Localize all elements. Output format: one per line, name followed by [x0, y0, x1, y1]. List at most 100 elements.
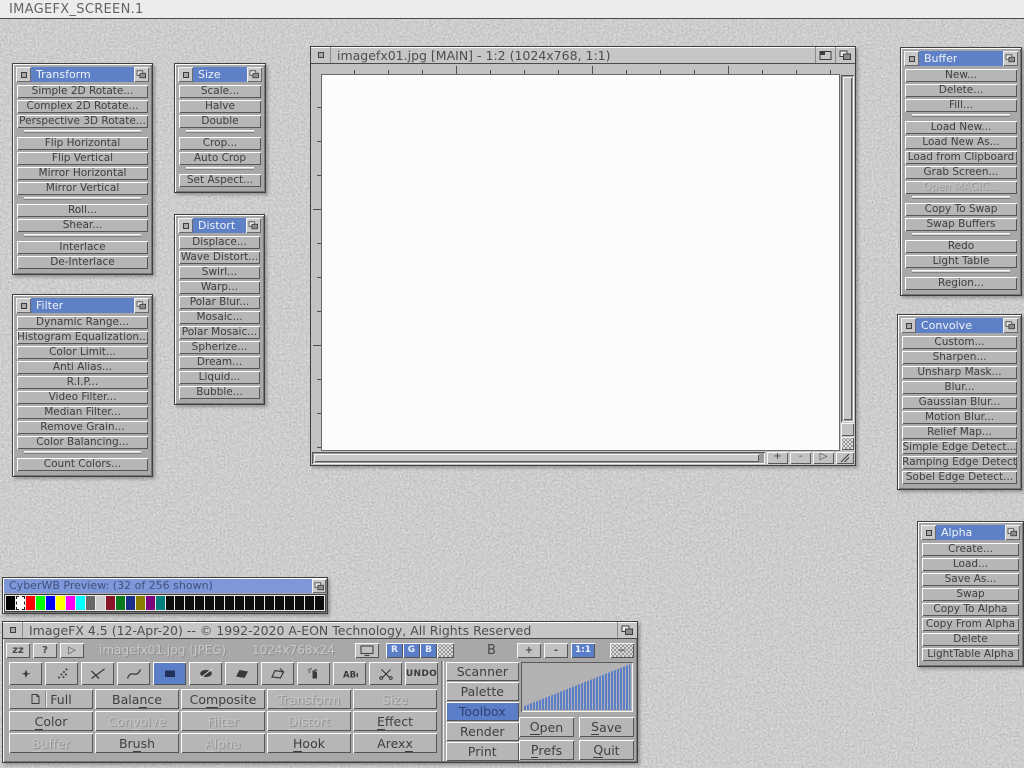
panel-button-relief-map[interactable]: Relief Map... — [902, 426, 1017, 439]
mode-button-render[interactable]: Render — [446, 722, 519, 741]
panel-button-delete[interactable]: Delete — [922, 633, 1019, 646]
action-button-quit[interactable]: Quit — [579, 740, 634, 760]
color-swatch-2[interactable] — [26, 596, 35, 610]
zoom-out-button[interactable]: - — [544, 643, 568, 658]
action-button-open[interactable]: Open — [519, 717, 574, 737]
panel-size-titlebar[interactable]: Size — [178, 67, 262, 82]
resize-corner-icon[interactable] — [836, 452, 854, 464]
undo-tool-button[interactable]: UNDO — [405, 662, 438, 685]
panel-button-r-i-p[interactable]: R.I.P... — [17, 376, 148, 389]
panel-button-swap-buffers[interactable]: Swap Buffers — [905, 218, 1017, 231]
color-swatch-31[interactable] — [315, 596, 324, 610]
channel-g-button[interactable]: G — [403, 643, 420, 658]
panel-distort-titlebar[interactable]: Distort — [178, 218, 261, 233]
panel-button-grab-screen[interactable]: Grab Screen... — [905, 166, 1017, 179]
command-button-balance[interactable]: Balance — [95, 689, 179, 709]
color-swatch-22[interactable] — [225, 596, 234, 610]
color-swatch-29[interactable] — [295, 596, 304, 610]
command-button-full[interactable]: Full — [9, 689, 93, 709]
panel-button-anti-alias[interactable]: Anti Alias... — [17, 361, 148, 374]
color-swatch-23[interactable] — [235, 596, 244, 610]
panel-button-load[interactable]: Load... — [922, 558, 1019, 571]
panel-button-new[interactable]: New... — [905, 69, 1017, 82]
panel-button-create[interactable]: Create... — [922, 543, 1019, 556]
depth-gadget-icon[interactable] — [617, 622, 637, 638]
sleep-button[interactable]: zz — [6, 643, 30, 658]
action-button-prefs[interactable]: Prefs — [519, 740, 574, 760]
mode-button-print[interactable]: Print — [446, 742, 519, 761]
close-icon[interactable] — [16, 67, 31, 82]
panel-button-mirror-vertical[interactable]: Mirror Vertical — [17, 182, 148, 195]
color-swatch-3[interactable] — [36, 596, 45, 610]
command-button-arexx[interactable]: Arexx — [353, 733, 437, 753]
panel-button-wave-distort[interactable]: Wave Distort... — [179, 251, 260, 264]
panel-button-video-filter[interactable]: Video Filter... — [17, 391, 148, 404]
close-icon[interactable] — [3, 622, 23, 638]
depth-gadget-icon[interactable] — [134, 298, 149, 313]
panel-button-region[interactable]: Region... — [905, 277, 1017, 290]
color-swatch-18[interactable] — [185, 596, 194, 610]
oval-tool-button[interactable] — [189, 662, 222, 685]
command-button-color[interactable]: Color — [9, 711, 93, 731]
panel-button-flip-horizontal[interactable]: Flip Horizontal — [17, 137, 148, 150]
panel-button-copy-from-alpha[interactable]: Copy From Alpha — [922, 618, 1019, 631]
panel-button-auto-crop[interactable]: Auto Crop — [179, 152, 261, 165]
close-icon[interactable] — [178, 218, 193, 233]
color-swatch-24[interactable] — [245, 596, 254, 610]
panel-button-double[interactable]: Double — [179, 115, 261, 128]
panel-alpha-titlebar[interactable]: Alpha — [921, 525, 1020, 540]
depth-gadget-icon[interactable] — [312, 579, 326, 593]
color-swatch-20[interactable] — [205, 596, 214, 610]
dither-pattern-button[interactable]: ~ — [610, 643, 634, 658]
panel-button-de-interlace[interactable]: De-Interlace — [17, 256, 148, 269]
spray-tool-button[interactable] — [297, 662, 330, 685]
panel-button-count-colors[interactable]: Count Colors... — [17, 458, 148, 471]
panel-button-load-from-clipboard[interactable]: Load from Clipboard — [905, 151, 1017, 164]
polygon-tool-button[interactable] — [225, 662, 258, 685]
panel-button-halve[interactable]: Halve — [179, 100, 261, 113]
close-icon[interactable] — [178, 67, 193, 82]
close-icon[interactable] — [16, 298, 31, 313]
panel-button-save-as[interactable]: Save As... — [922, 573, 1019, 586]
panel-button-displace[interactable]: Displace... — [179, 236, 260, 249]
panel-button-color-balancing[interactable]: Color Balancing... — [17, 436, 148, 449]
vertical-scroll-track[interactable] — [841, 75, 854, 422]
panel-button-simple-edge-detect[interactable]: Simple Edge Detect... — [902, 441, 1017, 454]
depth-gadget-icon[interactable] — [1003, 51, 1018, 66]
color-swatch-9[interactable] — [96, 596, 105, 610]
color-swatch-1[interactable] — [16, 596, 25, 610]
vertical-scroll-thumb[interactable] — [843, 77, 852, 420]
help-button[interactable]: ? — [33, 643, 57, 658]
color-swatch-10[interactable] — [106, 596, 115, 610]
panel-button-perspective-3d-rotate[interactable]: Perspective 3D Rotate... — [17, 115, 148, 128]
panel-button-mirror-horizontal[interactable]: Mirror Horizontal — [17, 167, 148, 180]
zoom-ratio-button[interactable]: 1:1 — [571, 643, 595, 658]
close-icon[interactable] — [901, 318, 916, 333]
color-swatch-16[interactable] — [166, 596, 175, 610]
close-icon[interactable] — [904, 51, 919, 66]
color-swatch-14[interactable] — [146, 596, 155, 610]
mode-button-toolbox[interactable]: Toolbox — [446, 702, 519, 721]
command-button-effect[interactable]: Effect — [353, 711, 437, 731]
text-tool-button[interactable]: ABc — [333, 662, 366, 685]
command-button-brush[interactable]: Brush — [95, 733, 179, 753]
panel-convolve-titlebar[interactable]: Convolve — [901, 318, 1018, 333]
panel-button-bubble[interactable]: Bubble... — [179, 386, 260, 399]
panel-button-remove-grain[interactable]: Remove Grain... — [17, 421, 148, 434]
panel-button-crop[interactable]: Crop... — [179, 137, 261, 150]
panel-button-copy-to-swap[interactable]: Copy To Swap — [905, 203, 1017, 216]
mode-button-scanner[interactable]: Scanner — [446, 662, 519, 681]
panel-button-sharpen[interactable]: Sharpen... — [902, 351, 1017, 364]
pixel-grid-gadget[interactable] — [841, 437, 854, 450]
color-swatch-8[interactable] — [86, 596, 95, 610]
color-swatch-30[interactable] — [305, 596, 314, 610]
panel-button-polar-mosaic[interactable]: Polar Mosaic... — [179, 326, 260, 339]
depth-gadget-icon[interactable] — [247, 67, 262, 82]
panel-button-flip-vertical[interactable]: Flip Vertical — [17, 152, 148, 165]
color-swatch-26[interactable] — [265, 596, 274, 610]
panel-button-interlace[interactable]: Interlace — [17, 241, 148, 254]
panel-transform-titlebar[interactable]: Transform — [16, 67, 149, 82]
panel-button-simple-2d-rotate[interactable]: Simple 2D Rotate... — [17, 85, 148, 98]
channel-r-button[interactable]: R — [386, 643, 403, 658]
scroll-gadget[interactable] — [841, 423, 854, 436]
